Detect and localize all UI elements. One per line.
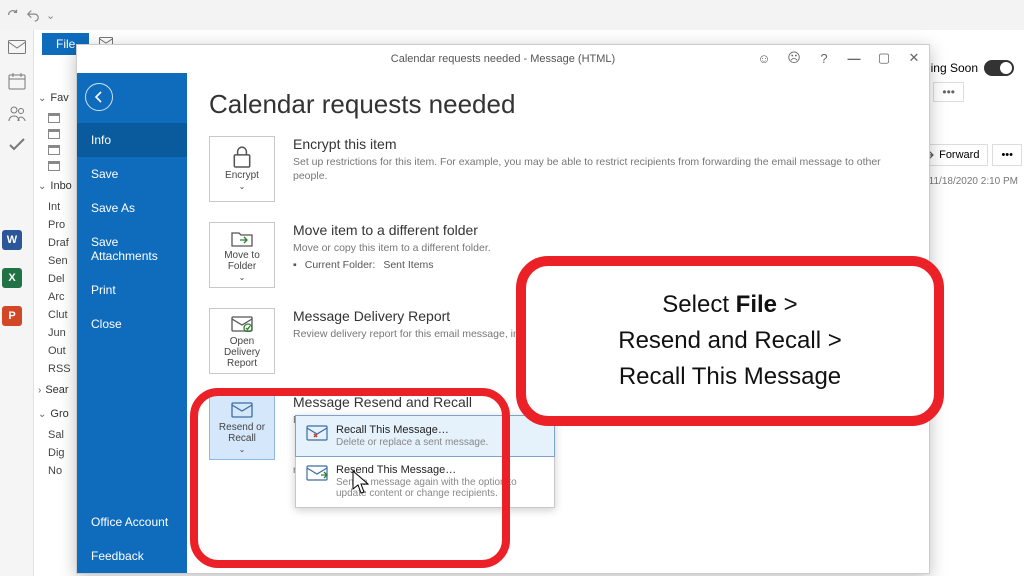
mail-rail-icon[interactable] <box>8 40 26 58</box>
undo-icon[interactable] <box>26 8 40 22</box>
encrypt-heading: Encrypt this item <box>293 136 907 152</box>
resend-this-message-item[interactable]: Resend This Message… Send a message agai… <box>296 456 554 507</box>
folder-move-icon <box>231 227 253 248</box>
nav-save-attachments[interactable]: Save Attachments <box>77 225 187 273</box>
callout-text: Select File > Resend and Recall > Recall… <box>618 287 841 395</box>
nav-info[interactable]: Info <box>77 123 187 157</box>
encrypt-desc: Set up restrictions for this item. For e… <box>293 155 907 183</box>
nav-save[interactable]: Save <box>77 157 187 191</box>
move-desc: Move or copy this item to a different fo… <box>293 241 907 255</box>
message-titlebar: Calendar requests needed - Message (HTML… <box>77 45 929 73</box>
open-delivery-report-button[interactable]: Open Delivery Report <box>209 308 275 374</box>
nav-office-account[interactable]: Office Account <box>77 505 187 539</box>
nav-feedback[interactable]: Feedback <box>77 539 187 573</box>
recall-this-message-item[interactable]: Recall This Message… Delete or replace a… <box>295 415 555 457</box>
page-title: Calendar requests needed <box>209 89 907 120</box>
office-app-icons: W X P <box>2 230 22 326</box>
excel-icon[interactable]: X <box>2 268 22 288</box>
help-icon[interactable]: ? <box>813 47 835 69</box>
maximize-icon[interactable]: ▢ <box>873 47 895 69</box>
powerpoint-icon[interactable]: P <box>2 306 22 326</box>
nav-close[interactable]: Close <box>77 307 187 341</box>
toggle-icon[interactable] <box>984 60 1014 76</box>
emoji-icon[interactable]: ☺ <box>753 47 775 69</box>
resend-recall-dropdown: Recall This Message… Delete or replace a… <box>295 415 555 508</box>
calendar-rail-icon[interactable] <box>8 72 26 90</box>
message-date: 11/18/2020 2:10 PM <box>929 176 1018 187</box>
minimize-icon[interactable]: — <box>843 47 865 69</box>
delivery-report-icon <box>231 313 253 334</box>
tasks-rail-icon[interactable] <box>8 136 26 154</box>
autosave-icon <box>6 8 20 22</box>
nav-save-as[interactable]: Save As <box>77 191 187 225</box>
main-titlebar: ⌄ <box>0 0 1024 30</box>
word-icon[interactable]: W <box>2 230 22 250</box>
people-rail-icon[interactable] <box>8 104 26 122</box>
window-title: Calendar requests needed - Message (HTML… <box>391 53 615 65</box>
lock-icon <box>231 146 253 168</box>
encrypt-section: Encrypt ⌄ Encrypt this item Set up restr… <box>209 136 907 202</box>
move-to-folder-button[interactable]: Move to Folder ⌄ <box>209 222 275 288</box>
emoji-sad-icon[interactable]: ☹ <box>783 47 805 69</box>
resend-or-recall-button[interactable]: Resend or Recall ⌄ <box>209 394 275 460</box>
message-action-buttons: Forward ••• <box>914 144 1022 166</box>
resend-recall-icon <box>231 399 253 420</box>
more-button[interactable]: ••• <box>933 82 964 102</box>
backstage-nav: Info Save Save As Save Attachments Print… <box>77 73 187 573</box>
annotation-callout: Select File > Resend and Recall > Recall… <box>516 256 944 426</box>
back-button[interactable] <box>85 83 113 111</box>
encrypt-button[interactable]: Encrypt ⌄ <box>209 136 275 202</box>
resend-icon <box>306 464 328 482</box>
close-icon[interactable]: ✕ <box>903 47 925 69</box>
more-actions-button[interactable]: ••• <box>992 144 1022 166</box>
move-heading: Move item to a different folder <box>293 222 907 238</box>
window-controls: ☺ ☹ ? — ▢ ✕ <box>753 47 925 69</box>
recall-icon <box>306 424 328 442</box>
dropdown-caret-icon[interactable]: ⌄ <box>46 9 55 22</box>
nav-print[interactable]: Print <box>77 273 187 307</box>
